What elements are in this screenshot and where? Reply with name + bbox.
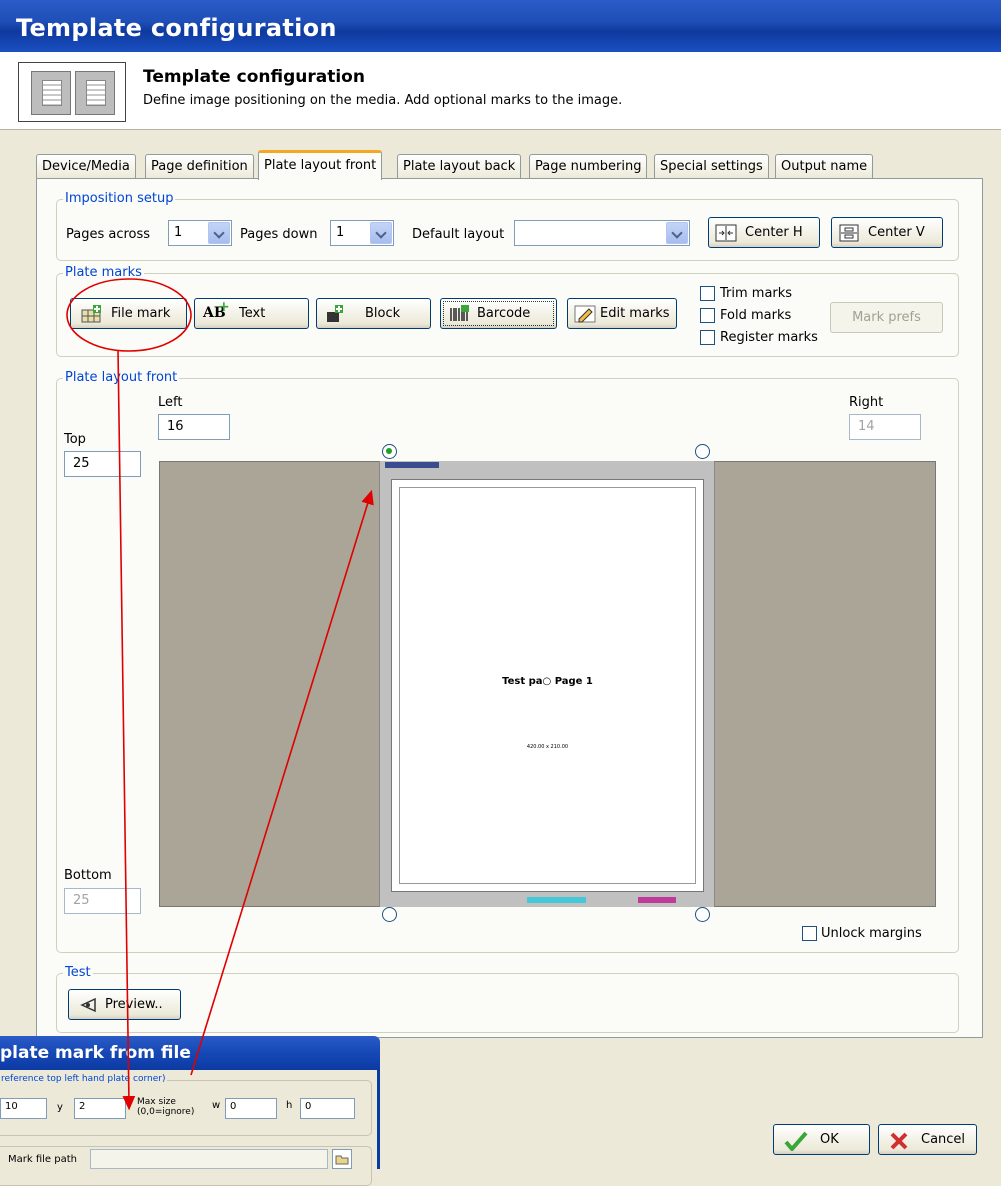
- annotation-arrow-up: [190, 489, 374, 1076]
- highlight-circle: [66, 278, 192, 352]
- annotation-overlay: [66, 278, 374, 1111]
- tab-plate-layout-front[interactable]: Plate layout front: [258, 150, 383, 180]
- annotation-arrow-down: [117, 349, 136, 1111]
